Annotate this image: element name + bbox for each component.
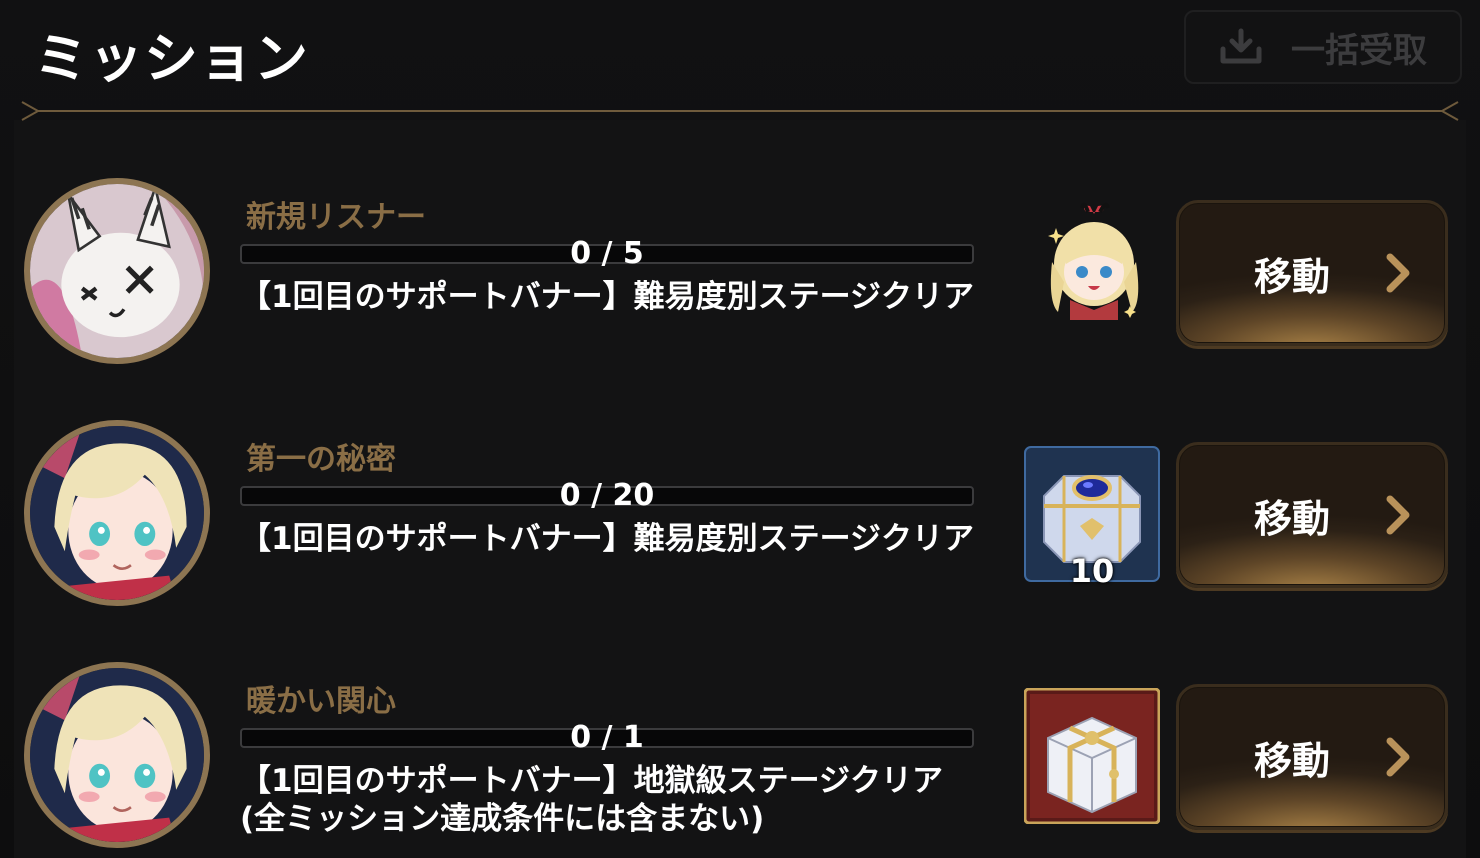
move-button[interactable]: 移動 <box>1176 200 1448 346</box>
mission-avatar-blonde-girl <box>24 420 210 606</box>
mission-description: 【1回目のサポートバナー】地獄級ステージクリア(全ミッション達成条件には含まない… <box>240 763 943 837</box>
move-button-label: 移動 <box>1253 738 1330 783</box>
move-button[interactable]: 移動 <box>1176 442 1448 588</box>
mission-row: 第一の秘密 0 / 20 【1回目のサポートバナー】難易度別ステージクリア 10… <box>0 412 1480 612</box>
claim-all-button[interactable]: 一括受取 <box>1184 10 1462 84</box>
move-button-label: 移動 <box>1253 496 1330 541</box>
mission-description: 【1回目のサポートバナー】難易度別ステージクリア <box>240 521 974 557</box>
chevron-right-icon <box>1386 495 1410 535</box>
mission-avatar-rabbit-mask <box>24 178 210 364</box>
chevron-right-icon <box>1386 253 1410 293</box>
move-button[interactable]: 移動 <box>1176 684 1448 830</box>
page-title: ミッション <box>34 27 309 90</box>
reward-count: 10 <box>1069 552 1115 590</box>
move-button-label: 移動 <box>1253 254 1330 299</box>
mission-description: 【1回目のサポートバナー】難易度別ステージクリア <box>240 279 974 315</box>
mission-row: 暖かい関心 0 / 1 【1回目のサポートバナー】地獄級ステージクリア(全ミッシ… <box>0 654 1480 854</box>
progress-text: 0 / 20 <box>559 478 655 513</box>
claim-all-label: 一括受取 <box>1291 30 1427 71</box>
header-divider <box>21 101 1459 121</box>
download-icon <box>1219 27 1263 67</box>
mission-name: 第一の秘密 <box>246 442 396 477</box>
mission-avatar-blonde-girl <box>24 662 210 848</box>
mission-screen: ミッション 一括受取 新規リスナー 0 / 5 【1回目のサポートバナー】難易度… <box>0 0 1480 858</box>
chevron-right-icon <box>1386 737 1410 777</box>
progress-text: 0 / 5 <box>570 236 644 271</box>
reward-gift-box-icon <box>1024 688 1160 824</box>
mission-name: 暖かい関心 <box>246 684 396 719</box>
mission-row: 新規リスナー 0 / 5 【1回目のサポートバナー】難易度別ステージクリア 移動 <box>0 170 1480 370</box>
mission-name: 新規リスナー <box>246 200 426 235</box>
reward-chibi-sticker <box>1034 202 1154 326</box>
progress-text: 0 / 1 <box>570 720 644 755</box>
